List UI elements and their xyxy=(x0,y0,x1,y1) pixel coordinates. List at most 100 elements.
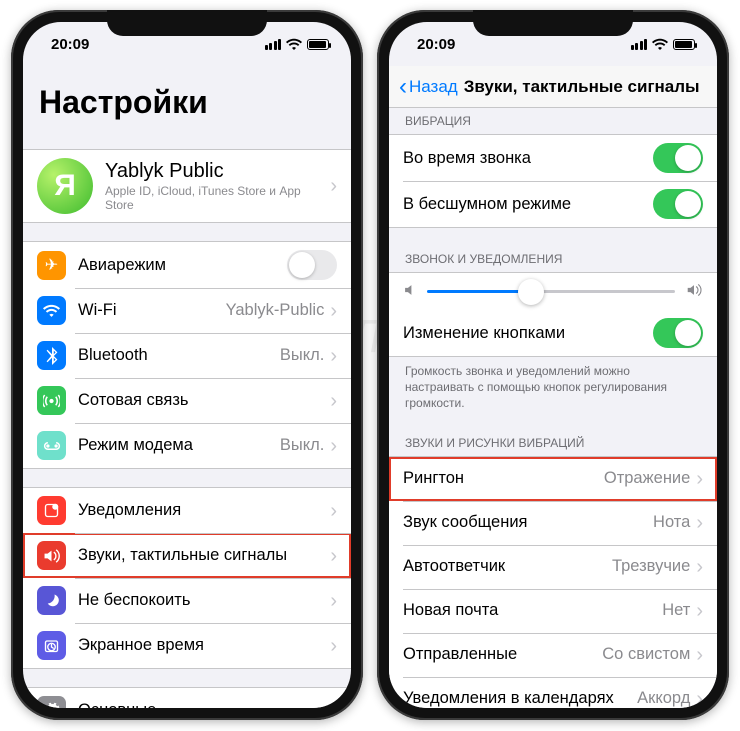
sounds-icon xyxy=(37,541,66,570)
cellular-icon xyxy=(265,39,282,50)
nav-bar: ‹ Назад Звуки, тактильные сигналы xyxy=(389,66,717,108)
label-dnd: Не беспокоить xyxy=(78,591,330,610)
screentime-icon xyxy=(37,631,66,660)
back-button[interactable]: ‹ Назад xyxy=(399,73,458,101)
chevron-icon: › xyxy=(696,645,703,665)
row-voicemail[interactable]: Автоответчик Трезвучие › xyxy=(389,545,717,589)
label-screentime: Экранное время xyxy=(78,636,330,655)
value-text: Нота xyxy=(653,513,690,532)
airplane-toggle[interactable] xyxy=(287,250,337,280)
row-screentime[interactable]: Экранное время › xyxy=(23,623,351,668)
volume-low-icon xyxy=(403,283,417,300)
chevron-icon: › xyxy=(330,591,337,611)
chevron-icon: › xyxy=(330,636,337,656)
row-cellular[interactable]: Сотовая связь › xyxy=(23,378,351,423)
battery-icon xyxy=(673,39,695,50)
label-cal: Уведомления в календарях xyxy=(403,689,637,708)
label-ringtone: Рингтон xyxy=(403,469,604,488)
status-right xyxy=(631,38,696,50)
wifi-icon xyxy=(37,296,66,325)
dnd-icon xyxy=(37,586,66,615)
chevron-icon: › xyxy=(330,391,337,411)
gear-icon xyxy=(37,696,66,708)
row-text-tone[interactable]: Звук сообщения Нота › xyxy=(389,501,717,545)
slider-thumb[interactable] xyxy=(518,279,544,305)
volume-high-icon xyxy=(685,283,703,300)
label-change-buttons: Изменение кнопками xyxy=(403,324,653,343)
volume-slider-row[interactable] xyxy=(389,273,717,310)
phone-right: 20:09 ‹ Назад Звуки, тактильные сигналы … xyxy=(377,10,729,720)
airplane-icon: ✈ xyxy=(37,251,66,280)
chevron-icon: › xyxy=(330,436,337,456)
value-voicemail: Трезвучие xyxy=(612,557,690,576)
value-hotspot: Выкл. xyxy=(280,436,324,455)
chevron-icon: › xyxy=(330,546,337,566)
battery-icon xyxy=(307,39,329,50)
chevron-icon: › xyxy=(696,513,703,533)
bluetooth-icon xyxy=(37,341,66,370)
row-change-buttons[interactable]: Изменение кнопками xyxy=(389,310,717,356)
chevron-icon: › xyxy=(330,501,337,521)
chevron-icon: › xyxy=(330,301,337,321)
row-calendar-alerts[interactable]: Уведомления в календарях Аккорд › xyxy=(389,677,717,708)
footer-ringer: Громкость звонка и уведомлений можно нас… xyxy=(389,357,717,412)
volume-slider[interactable] xyxy=(427,290,675,293)
row-new-mail[interactable]: Новая почта Нет › xyxy=(389,589,717,633)
notifications-icon xyxy=(37,496,66,525)
label-wifi: Wi-Fi xyxy=(78,301,226,320)
apple-id-label: Yablyk Public Apple ID, iCloud, iTunes S… xyxy=(105,160,330,212)
label-notif: Уведомления xyxy=(78,501,330,520)
settings-content[interactable]: Настройки Я Yablyk Public Apple ID, iClo… xyxy=(23,66,351,708)
cellular-icon xyxy=(37,386,66,415)
row-ringtone[interactable]: Рингтон Отражение › xyxy=(389,457,717,501)
row-general[interactable]: Основные › xyxy=(23,688,351,708)
page-title: Настройки xyxy=(23,66,351,131)
chevron-icon: › xyxy=(696,557,703,577)
label-cell: Сотовая связь xyxy=(78,391,330,410)
screen-right: 20:09 ‹ Назад Звуки, тактильные сигналы … xyxy=(389,22,717,708)
status-right xyxy=(265,38,330,50)
value-wifi: Yablyk-Public xyxy=(226,301,325,320)
row-airplane[interactable]: ✈ Авиарежим xyxy=(23,242,351,288)
row-dnd[interactable]: Не беспокоить › xyxy=(23,578,351,623)
wifi-icon xyxy=(286,38,302,50)
row-wifi[interactable]: Wi-Fi Yablyk-Public › xyxy=(23,288,351,333)
cellular-icon xyxy=(631,39,648,50)
label-mail: Новая почта xyxy=(403,601,662,620)
label-airplane: Авиарежим xyxy=(78,256,287,275)
status-time: 20:09 xyxy=(51,36,89,53)
label-text: Звук сообщения xyxy=(403,513,653,532)
row-vibrate-silent[interactable]: В бесшумном режиме xyxy=(389,181,717,227)
row-bluetooth[interactable]: Bluetooth Выкл. › xyxy=(23,333,351,378)
back-label: Назад xyxy=(409,77,458,97)
value-ringtone: Отражение xyxy=(604,469,690,488)
label-hotspot: Режим модема xyxy=(78,436,280,455)
row-notifications[interactable]: Уведомления › xyxy=(23,488,351,533)
value-sent: Со свистом xyxy=(602,645,690,664)
toggle-vibrate-ring[interactable] xyxy=(653,143,703,173)
chevron-icon: › xyxy=(330,701,337,709)
chevron-icon: › xyxy=(330,346,337,366)
screen-left: 20:09 Настройки Я Yablyk Public Apple ID… xyxy=(23,22,351,708)
header-ringer: ЗВОНОК И УВЕДОМЛЕНИЯ xyxy=(389,246,717,272)
toggle-change-buttons[interactable] xyxy=(653,318,703,348)
row-sent-mail[interactable]: Отправленные Со свистом › xyxy=(389,633,717,677)
header-patterns: ЗВУКИ И РИСУНКИ ВИБРАЦИЙ xyxy=(389,430,717,456)
row-hotspot[interactable]: Режим модема Выкл. › xyxy=(23,423,351,468)
notch xyxy=(473,10,633,36)
toggle-vibrate-silent[interactable] xyxy=(653,189,703,219)
sounds-content[interactable]: ВИБРАЦИЯ Во время звонка В бесшумном реж… xyxy=(389,108,717,708)
label-general: Основные xyxy=(78,701,330,708)
value-mail: Нет xyxy=(662,601,690,620)
chevron-left-icon: ‹ xyxy=(399,73,407,101)
apple-id-row[interactable]: Я Yablyk Public Apple ID, iCloud, iTunes… xyxy=(23,150,351,222)
row-sounds[interactable]: Звуки, тактильные сигналы › xyxy=(23,533,351,578)
value-bt: Выкл. xyxy=(280,346,324,365)
nav-title: Звуки, тактильные сигналы xyxy=(464,77,700,97)
row-vibrate-ring[interactable]: Во время звонка xyxy=(389,135,717,181)
status-time: 20:09 xyxy=(417,36,455,53)
chevron-icon: › xyxy=(330,176,337,196)
hotspot-icon xyxy=(37,431,66,460)
label-bt: Bluetooth xyxy=(78,346,280,365)
header-vibration: ВИБРАЦИЯ xyxy=(389,108,717,134)
